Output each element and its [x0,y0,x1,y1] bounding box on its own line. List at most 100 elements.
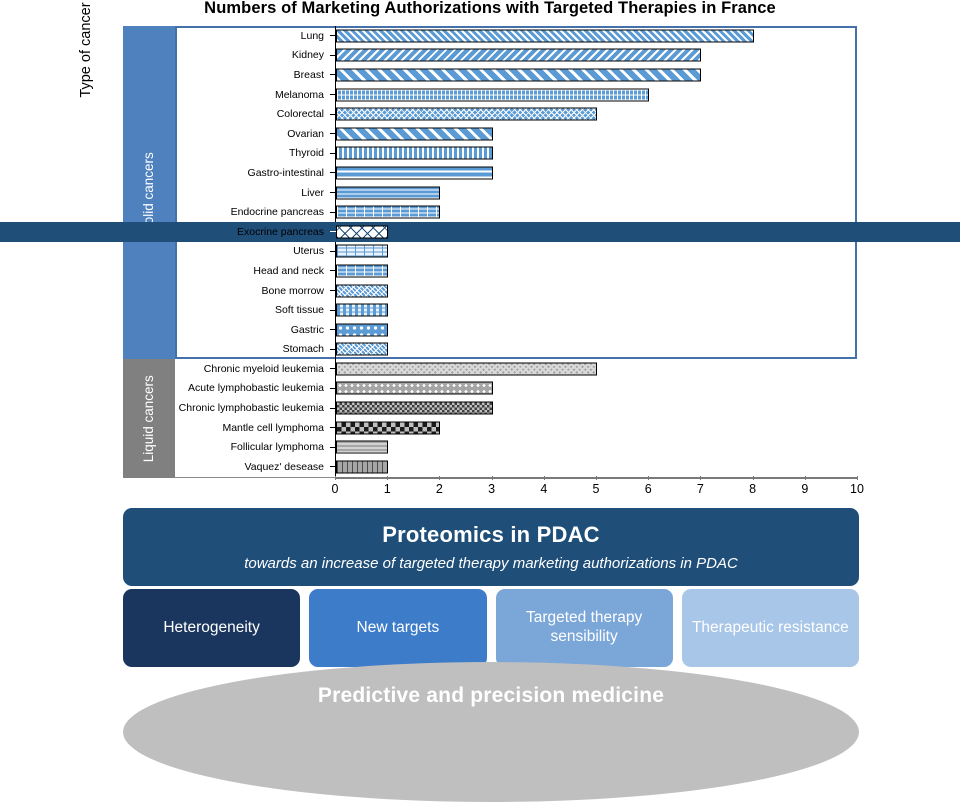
x-axis-ticks: 0 1 2 3 4 5 6 7 8 9 10 [332,476,864,501]
concept-card: New targets [309,589,487,667]
footer-ellipse: Predictive and precision medicine [123,662,859,802]
x-tick-mark [439,476,441,480]
bar [336,323,389,337]
concept-card-label: Heterogeneity [163,618,260,636]
banner-title: Proteomics in PDAC [382,522,600,547]
bar-row: Melanoma [0,85,960,105]
bar-row: Acute lymphobastic leukemia [0,379,960,399]
bar-track [336,144,960,164]
bar [336,146,493,160]
x-tick-mark [335,476,336,480]
bar [336,303,389,317]
bar-track [336,85,960,105]
bar [336,244,389,258]
bar [336,29,754,43]
bar-row-label: Kidney [291,49,324,62]
y-tick-mark [330,250,336,252]
bar-row: Liver [0,183,960,203]
bar-track [336,124,960,144]
bar-track [336,104,960,124]
x-tick-label: 7 [696,482,704,496]
bar-track [336,379,960,399]
y-tick-mark [330,290,336,292]
bar-row-label: Endocrine pancreas [230,206,324,219]
bar [336,88,650,102]
x-tick-label: 8 [749,482,757,496]
y-tick-mark [330,270,336,272]
bar [336,440,389,454]
bar-row: Head and neck [0,261,960,281]
bar-row-label: Stomach [282,343,324,356]
bar-row-label: Head and neck [253,264,324,277]
bar-row-label: Colorectal [276,108,324,121]
bar-row-label: Bone morrow [261,284,324,297]
x-tick-label: 10 [850,482,864,496]
bar-track [336,65,960,85]
x-tick-label: 9 [801,482,809,496]
infographic-root: Numbers of Marketing Authorizations with… [0,0,960,802]
bar-row-label: Gastric [290,323,324,336]
bar-row: Thyroid [0,144,960,164]
y-tick-mark [330,427,336,429]
bar-row: Stomach [0,340,960,360]
bar-track [336,46,960,66]
bar-track [336,457,960,477]
bar-row-label: Chronic myeloid leukemia [203,362,324,375]
y-tick-mark [330,231,336,233]
bar [336,127,493,141]
x-tick-label: 2 [435,482,443,496]
bar-row-label: Chronic lymphobastic leukemia [178,402,324,415]
bar-row-label: Lung [300,29,324,42]
bar-track [336,320,960,340]
concept-card: Therapeutic resistance [681,589,859,667]
bar-row-label: Soft tissue [274,304,324,317]
y-tick-mark [330,407,336,409]
y-tick-mark [330,211,336,213]
x-tick-mark [543,476,545,480]
bar-track [336,163,960,183]
bar-track [336,202,960,222]
y-tick-mark [330,133,336,135]
bar-row: Uterus [0,242,960,262]
bar-row-label: Gastro-intestinal [247,166,324,179]
bar-row: Gastro-intestinal [0,163,960,183]
bar [336,264,389,278]
bar-track [336,242,960,262]
bar-row: Vaquez' desease [0,457,960,477]
bar [336,342,389,356]
bar-row: Breast [0,65,960,85]
x-tick-label: 1 [383,482,391,496]
bar-row: Colorectal [0,104,960,124]
x-tick-mark [596,476,597,480]
bar-track [336,418,960,438]
bar [336,381,493,395]
bar [336,421,441,435]
bar-track [336,437,960,457]
x-tick-label: 6 [644,482,652,496]
bar-track [336,359,960,379]
bar-rows-container: Lung Kidney Breast Melanoma Colorectal Ovaria… [0,26,960,477]
bar-row: Soft tissue [0,300,960,320]
bar-track [336,222,960,242]
bar-row-label: Breast [293,68,324,81]
x-tick-mark [700,476,702,480]
bar-row: Follicular lymphoma [0,437,960,457]
bar-row: Ovarian [0,124,960,144]
bar-row-label: Follicular lymphoma [230,441,324,454]
bar-row-label: Exocrine pancreas [237,225,324,238]
bar [336,166,493,180]
x-tick-label: 5 [592,482,600,496]
footer-label: Predictive and precision medicine [317,684,665,707]
x-tick-mark [804,476,806,480]
x-tick-mark [491,476,493,480]
y-tick-mark [330,113,336,115]
bar-row-label: Vaquez' desease [244,460,324,473]
y-tick-mark [330,368,336,370]
concept-card-label: Therapeutic resistance [691,618,849,636]
bar-row-label: Melanoma [274,88,324,101]
y-tick-mark [330,348,336,350]
y-tick-mark [330,94,336,96]
banner-subtitle: towards an increase of targeted therapy … [244,555,738,572]
bar-row-label: Acute lymphobastic leukemia [188,382,324,395]
bar-row: Bone morrow [0,281,960,301]
